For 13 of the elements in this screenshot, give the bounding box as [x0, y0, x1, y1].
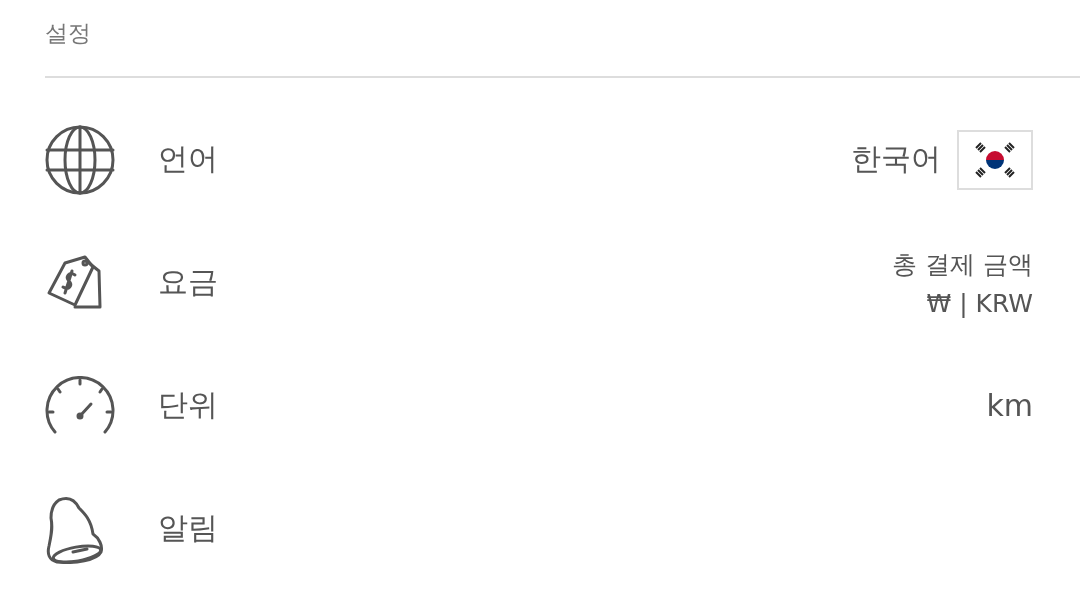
page-title: 설정	[45, 19, 92, 48]
currency-value: ₩ | KRW	[926, 288, 1033, 318]
setting-label[interactable]: 언어	[158, 139, 851, 180]
speedometer-icon	[45, 375, 115, 436]
price-caption: 총 결제 금액	[892, 248, 1033, 281]
setting-label[interactable]: 알림	[158, 508, 1033, 549]
unit-value: km	[986, 388, 1033, 423]
price-tag-icon	[45, 254, 103, 311]
flag-icon	[957, 129, 1033, 190]
setting-label[interactable]: 요금	[158, 262, 893, 303]
globe-icon	[45, 124, 115, 195]
language-value: 한국어	[851, 140, 941, 178]
setting-label[interactable]: 단위	[158, 385, 987, 426]
